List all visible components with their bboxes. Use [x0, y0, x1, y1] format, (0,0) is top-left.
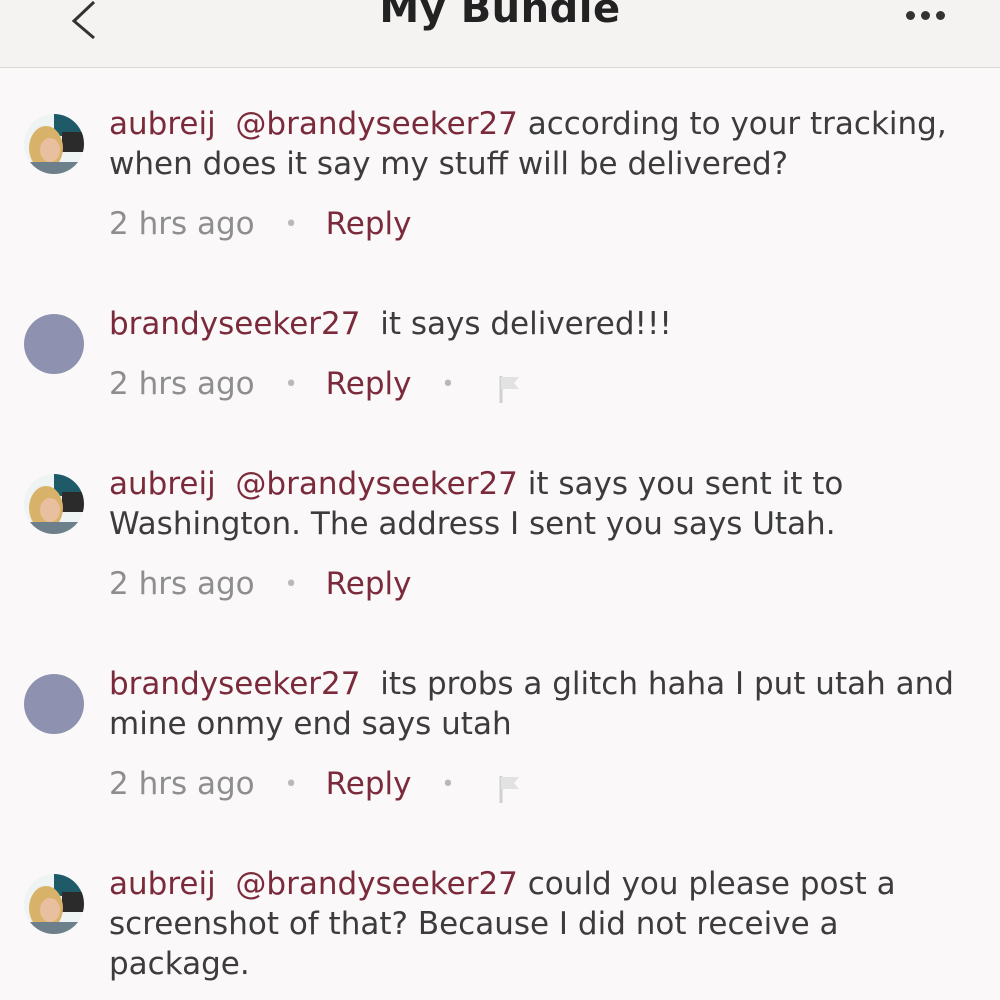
page-title: My Bundle	[379, 0, 621, 32]
comment-body: it says delivered!!!	[380, 306, 672, 342]
meta-separator: •	[284, 571, 298, 597]
comment-text: aubreij @brandyseeker27 could you please…	[109, 864, 979, 984]
more-dots-icon	[905, 10, 915, 20]
comment-username[interactable]: brandyseeker27	[109, 306, 361, 342]
flag-icon[interactable]	[498, 374, 522, 404]
default-avatar[interactable]	[24, 314, 84, 374]
comment-meta: 2 hrs ago • Reply •	[109, 764, 522, 804]
more-dot	[935, 10, 945, 20]
reply-button[interactable]: Reply	[326, 566, 412, 602]
flag-icon[interactable]	[498, 774, 522, 804]
user-avatar-photo[interactable]	[24, 114, 84, 174]
comment-mention[interactable]: @brandyseeker27	[235, 866, 518, 902]
comment-username[interactable]: aubreij	[109, 866, 216, 902]
comment-time: 2 hrs ago	[109, 766, 255, 802]
comment-time: 2 hrs ago	[109, 366, 255, 402]
comment-username[interactable]: aubreij	[109, 466, 216, 502]
comment-meta: 2 hrs ago • Reply •	[109, 364, 522, 404]
comment-text: brandyseeker27 it says delivered!!!	[109, 304, 979, 344]
more-dot	[920, 10, 930, 20]
top-nav-bar: My Bundle	[0, 0, 1000, 68]
meta-separator: •	[284, 771, 298, 797]
comment-meta: 2 hrs ago • Reply	[109, 204, 411, 244]
comment-mention[interactable]: @brandyseeker27	[235, 466, 518, 502]
reply-button[interactable]: Reply	[326, 366, 412, 402]
comment-time: 2 hrs ago	[109, 566, 255, 602]
comment-text: aubreij @brandyseeker27 it says you sent…	[109, 464, 979, 544]
comment-meta: 2 hrs ago • Reply	[109, 564, 411, 604]
comment-mention[interactable]: @brandyseeker27	[235, 106, 518, 142]
meta-separator: •	[441, 371, 455, 397]
comment-username[interactable]: brandyseeker27	[109, 666, 361, 702]
user-avatar-photo[interactable]	[24, 474, 84, 534]
more-options-button[interactable]	[895, 0, 955, 30]
comment-username[interactable]: aubreij	[109, 106, 216, 142]
comment-text: brandyseeker27 its probs a glitch haha I…	[109, 664, 979, 744]
default-avatar[interactable]	[24, 674, 84, 734]
user-avatar-photo[interactable]	[24, 874, 84, 934]
meta-separator: •	[284, 211, 298, 237]
comment-time: 2 hrs ago	[109, 206, 255, 242]
meta-separator: •	[441, 771, 455, 797]
reply-button[interactable]: Reply	[326, 206, 412, 242]
reply-button[interactable]: Reply	[326, 766, 412, 802]
meta-separator: •	[284, 371, 298, 397]
comment-text: aubreij @brandyseeker27 according to you…	[109, 104, 979, 184]
